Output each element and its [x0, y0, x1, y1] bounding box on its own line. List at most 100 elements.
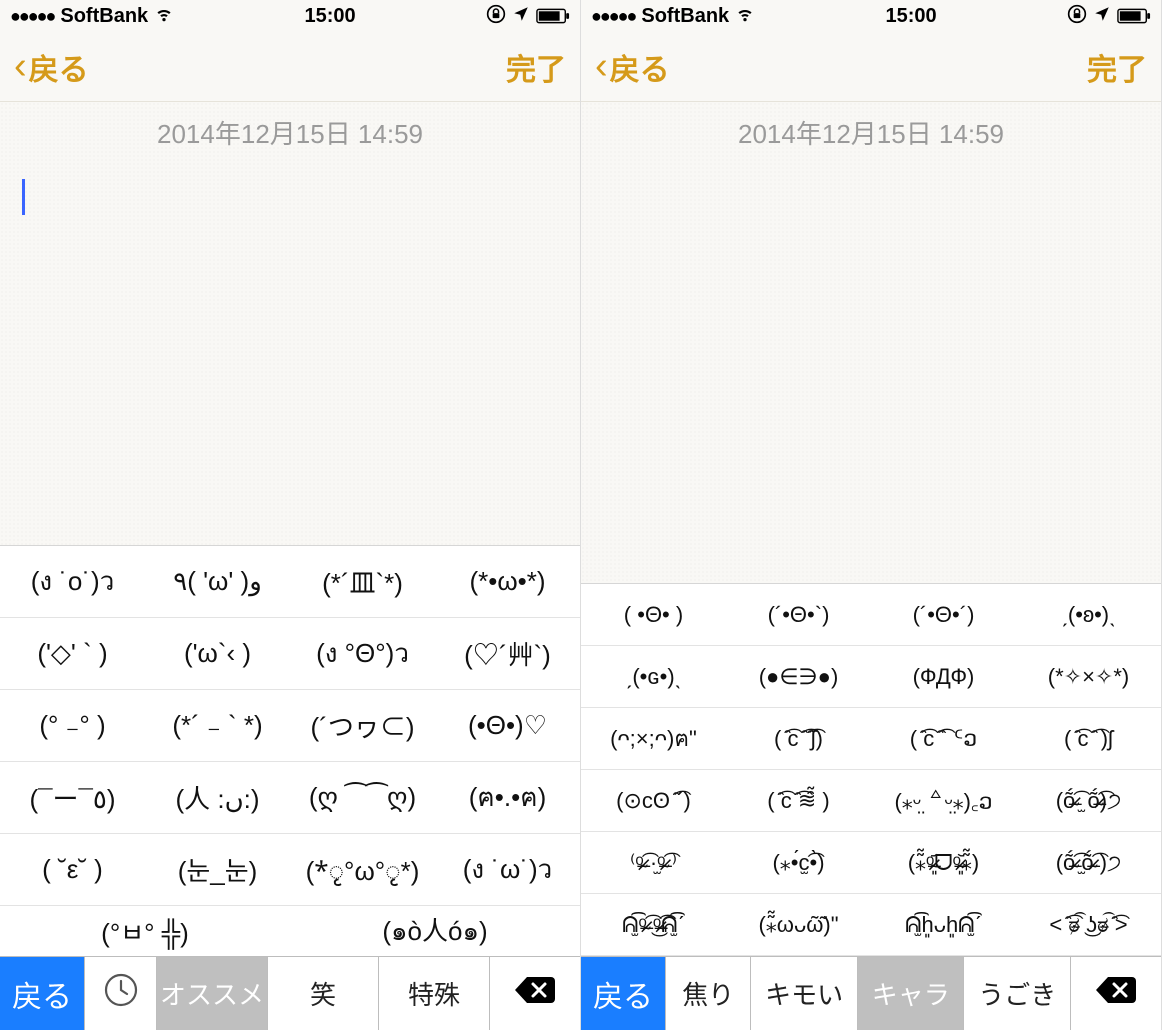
kaomoji-key[interactable]: ( ̑͡c ̑͡≋̑͂ ) — [726, 770, 871, 831]
kaomoji-key[interactable]: (° ₋° ) — [0, 690, 145, 761]
orientation-lock-icon — [1067, 4, 1087, 29]
back-label: 戻る — [610, 45, 670, 89]
kaomoji-key[interactable]: (¯ー¯٥) — [0, 762, 145, 833]
kaomoji-key[interactable]: < ̑͡ಠ̴̶̷͡ ͜ʖಠ̴̶̷͡ ̑͡> — [1016, 894, 1161, 955]
keyboard-tabs: 戻る オススメ 笑 特殊 — [0, 956, 580, 1030]
kaomoji-key[interactable]: (ฅ•.•ฅ) — [435, 762, 580, 833]
note-date: 2014年12月15日 14:59 — [603, 114, 1139, 151]
carrier-label: SoftBank — [60, 5, 148, 28]
tab-kyara[interactable]: キャラ — [858, 957, 965, 1030]
kaomoji-key[interactable]: (๑ò人ó๑) — [290, 907, 580, 956]
tab-tokushu[interactable]: 特殊 — [379, 957, 490, 1030]
history-button[interactable] — [85, 957, 157, 1030]
clock-label: 15:00 — [305, 5, 356, 28]
note-editor[interactable]: 2014年12月15日 14:59 — [581, 102, 1161, 583]
done-button[interactable]: 完了 — [506, 45, 566, 89]
carrier-label: SoftBank — [641, 5, 729, 28]
kaomoji-key[interactable]: (⁎ᵕ̤ ꒫ᵕ̤⁎)꜀ວ — [871, 770, 1016, 831]
kaomoji-key[interactable]: (ง ˙ο˙)ว — [0, 546, 145, 617]
kaomoji-key[interactable]: (人 :ں:) — [145, 762, 290, 833]
orientation-lock-icon — [486, 4, 506, 29]
chevron-left-icon: ‹ — [595, 51, 608, 81]
kaomoji-key[interactable]: (ง ˙ω˙)ว — [435, 834, 580, 905]
kaomoji-key[interactable]: ( ̑͡c ̑͡` ᑦວ — [871, 708, 1016, 769]
note-date: 2014年12月15日 14:59 — [22, 114, 558, 151]
kaomoji-key[interactable]: (●∈∋●) — [726, 646, 871, 707]
wifi-icon — [154, 3, 174, 29]
backspace-icon — [1094, 974, 1138, 1013]
backspace-icon — [513, 974, 557, 1013]
nav-bar: ‹ 戻る 完了 — [0, 32, 580, 102]
phone-left: ●●●●● SoftBank 15:00 ‹ 戻る 完了 2014年12月15 — [0, 0, 581, 1030]
kaomoji-key[interactable]: ⁽ᵒ̴̶̷͡ ·̫ᵒ̴̶̷͡ ⁾ — [581, 832, 726, 893]
kaomoji-key[interactable]: (ᴖ;×;ᴖ)ฅ" — [581, 708, 726, 769]
kaomoji-key[interactable]: (♡´艸`) — [435, 618, 580, 689]
kaomoji-key[interactable]: (ФДФ) — [871, 646, 1016, 707]
kaomoji-key[interactable]: ( ̑͡c ̑͡ )ʃ — [1016, 708, 1161, 769]
kaomoji-key[interactable]: ٩( 'ω' )و — [145, 546, 290, 617]
signal-dots-icon: ●●●●● — [591, 6, 635, 27]
kaomoji-key[interactable]: (*´ ₋ ` *) — [145, 690, 290, 761]
kaomoji-key[interactable]: ('◇' ` ) — [0, 618, 145, 689]
kaomoji-key[interactable]: (*ृ°ω°ृ*) — [290, 834, 435, 905]
kaomoji-key[interactable]: (⊙cʘ ̑͡ˊ) — [581, 770, 726, 831]
status-bar: ●●●●● SoftBank 15:00 — [581, 0, 1161, 32]
kaomoji-key[interactable]: ( •Θ• ) — [581, 584, 726, 645]
kaomoji-grid: (ง ˙ο˙)ว ٩( 'ω' )و (*´皿`*) (*•ω•*) ('◇' … — [0, 545, 580, 956]
delete-button[interactable] — [1071, 957, 1161, 1030]
kaomoji-key[interactable]: ˏ(•ʚ•)ˎ — [1016, 584, 1161, 645]
kaomoji-key[interactable]: ᕱ̫͡h͈ᴗh͈ᕱ̫͡ˊ — [871, 894, 1016, 955]
status-bar: ●●●●● SoftBank 15:00 — [0, 0, 580, 32]
kaomoji-key[interactable]: (*✧×✧*) — [1016, 646, 1161, 707]
phone-right: ●●●●● SoftBank 15:00 ‹ 戻る 完了 2014年12月15 — [581, 0, 1162, 1030]
kb-back-button[interactable]: 戻る — [0, 957, 85, 1030]
battery-icon — [1117, 8, 1151, 24]
status-right — [486, 4, 570, 29]
kaomoji-key[interactable]: (´•Θ•`) — [726, 584, 871, 645]
kaomoji-key[interactable]: (ง °Θ°)ว — [290, 618, 435, 689]
keyboard-tabs: 戻る 焦り キモい キャラ うごき — [581, 956, 1161, 1030]
done-button[interactable]: 完了 — [1087, 45, 1147, 89]
kaomoji-key[interactable]: ( ˘ε˘ ) — [0, 834, 145, 905]
back-button[interactable]: ‹ 戻る — [595, 45, 670, 89]
text-cursor — [22, 179, 25, 215]
kaomoji-key[interactable]: (•Θ•)♡ — [435, 690, 580, 761]
kaomoji-grid: ( •Θ• ) (´•Θ•`) (´•Θ•´) ˏ(•ʚ•)ˎ ˏ(•ԍ•)ˎ … — [581, 583, 1161, 956]
battery-icon — [536, 8, 570, 24]
kaomoji-key[interactable]: ᕱ̫͡ᵒ̴̶̷͡ ͜ᵒ̴̶̷͡ᕱ̫͡ˊ — [581, 894, 726, 955]
kaomoji-key[interactable]: (ṍ̴̶̷͡ ̫ṍ̴̶̷͡ )੭ — [1016, 832, 1161, 893]
kaomoji-key[interactable]: (⁎•́c̫͡•̀) — [726, 832, 871, 893]
kaomoji-key[interactable]: (°ㅂ° ╬) — [0, 909, 290, 954]
kb-back-button[interactable]: 戻る — [581, 957, 666, 1030]
status-right — [1067, 4, 1151, 29]
kaomoji-key[interactable]: (⁎͂͂ωᴗῶ͂)" — [726, 894, 871, 955]
kaomoji-key[interactable]: (´つヮ⊂) — [290, 690, 435, 761]
kaomoji-key[interactable]: (ṍ̴̶̷͡ ̫ ṍ̴̶̷͡)੭ — [1016, 770, 1161, 831]
signal-dots-icon: ●●●●● — [10, 6, 54, 27]
clock-icon — [103, 972, 139, 1015]
delete-button[interactable] — [490, 957, 580, 1030]
wifi-icon — [735, 3, 755, 29]
kaomoji-key[interactable]: (ღ ⁀⁀ღ) — [290, 762, 435, 833]
tab-aseri[interactable]: 焦り — [666, 957, 751, 1030]
kaomoji-row-partial: (°ㅂ° ╬) (๑ò人ó๑) — [0, 906, 580, 956]
kaomoji-key[interactable]: (*•ω•*) — [435, 546, 580, 617]
tab-kimoi[interactable]: キモい — [751, 957, 858, 1030]
chevron-left-icon: ‹ — [14, 51, 27, 81]
note-editor[interactable]: 2014年12月15日 14:59 — [0, 102, 580, 545]
kaomoji-key[interactable]: (⁎͂͂ᵒ̴̶̷͈᷄ᗜᵒ̴̶̷͈᷅⁎͂͂) — [871, 832, 1016, 893]
kaomoji-key[interactable]: ('ω`‹ ) — [145, 618, 290, 689]
tab-osusume[interactable]: オススメ — [157, 957, 268, 1030]
back-button[interactable]: ‹ 戻る — [14, 45, 89, 89]
status-left: ●●●●● SoftBank — [591, 3, 755, 29]
kaomoji-key[interactable]: ( ̑͡c ̑͡ ̑͡ʃ) — [726, 708, 871, 769]
back-label: 戻る — [29, 45, 89, 89]
tab-ugoki[interactable]: うごき — [964, 957, 1071, 1030]
kaomoji-key[interactable]: (눈_눈) — [145, 834, 290, 905]
nav-bar: ‹ 戻る 完了 — [581, 32, 1161, 102]
kaomoji-key[interactable]: (*´皿`*) — [290, 546, 435, 617]
status-left: ●●●●● SoftBank — [10, 3, 174, 29]
tab-warau[interactable]: 笑 — [268, 957, 379, 1030]
kaomoji-key[interactable]: (´•Θ•´) — [871, 584, 1016, 645]
kaomoji-key[interactable]: ˏ(•ԍ•)ˎ — [581, 646, 726, 707]
